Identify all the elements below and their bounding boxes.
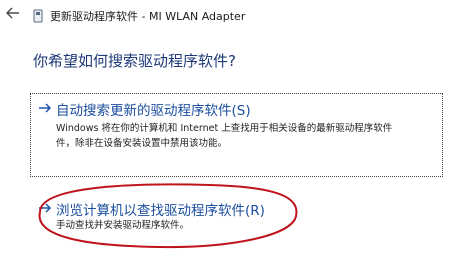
browse-option-title: 浏览计算机以查找驱动程序软件(R) [56, 203, 265, 219]
driver-update-window: 更新驱动程序软件 - MI WLAN Adapter 你希望如何搜索驱动程序软件… [0, 0, 449, 259]
arrow-right-icon [38, 101, 52, 118]
back-arrow-icon[interactable] [6, 6, 20, 20]
arrow-right-icon [38, 201, 52, 218]
window-title: 更新驱动程序软件 - MI WLAN Adapter [50, 10, 246, 23]
browse-option-desc: 手动查找并安装驱动程序软件。 [56, 220, 190, 231]
auto-search-option-desc-line1: Windows 将在你的计算机和 Internet 上查找用于相关设备的最新驱动… [56, 123, 393, 134]
auto-search-option-desc-line2: 件，除非在设备安装设置中禁用该功能。 [56, 138, 228, 149]
title-bar: 更新驱动程序软件 - MI WLAN Adapter [0, 0, 449, 28]
auto-search-option-title: 自动搜索更新的驱动程序软件(S) [56, 103, 251, 119]
browse-option[interactable]: 浏览计算机以查找驱动程序软件(R) 手动查找并安装驱动程序软件。 [36, 199, 336, 233]
device-icon [33, 8, 43, 23]
page-question: 你希望如何搜索驱动程序软件? [33, 52, 236, 70]
auto-search-option[interactable]: 自动搜索更新的驱动程序软件(S) Windows 将在你的计算机和 Intern… [36, 99, 436, 171]
